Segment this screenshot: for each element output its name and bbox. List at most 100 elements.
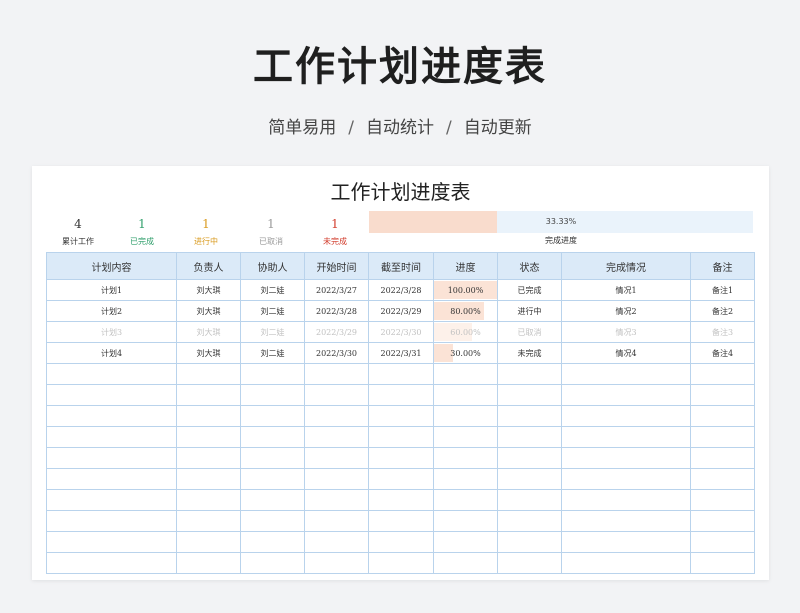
empty-cell[interactable] bbox=[176, 363, 241, 385]
empty-cell[interactable] bbox=[240, 363, 305, 385]
empty-cell[interactable] bbox=[176, 426, 241, 448]
empty-cell[interactable] bbox=[497, 447, 562, 469]
empty-cell[interactable] bbox=[497, 552, 562, 574]
empty-cell[interactable] bbox=[433, 363, 498, 385]
cell-result[interactable]: 情况2 bbox=[561, 300, 691, 322]
empty-cell[interactable] bbox=[690, 384, 755, 406]
empty-cell[interactable] bbox=[240, 531, 305, 553]
column-header[interactable]: 协助人 bbox=[240, 252, 305, 280]
column-header[interactable]: 备注 bbox=[690, 252, 755, 280]
cell-status[interactable]: 已完成 bbox=[497, 279, 562, 301]
empty-cell[interactable] bbox=[561, 510, 691, 532]
empty-cell[interactable] bbox=[304, 447, 369, 469]
empty-cell[interactable] bbox=[561, 531, 691, 553]
empty-cell[interactable] bbox=[561, 552, 691, 574]
cell-note[interactable]: 备注1 bbox=[690, 279, 755, 301]
empty-cell[interactable] bbox=[368, 363, 434, 385]
empty-cell[interactable] bbox=[368, 447, 434, 469]
empty-cell[interactable] bbox=[176, 489, 241, 511]
column-header[interactable]: 完成情况 bbox=[561, 252, 691, 280]
empty-cell[interactable] bbox=[561, 489, 691, 511]
empty-cell[interactable] bbox=[368, 384, 434, 406]
cell-assist[interactable]: 刘二娃 bbox=[240, 279, 305, 301]
empty-cell[interactable] bbox=[561, 447, 691, 469]
empty-cell[interactable] bbox=[497, 405, 562, 427]
empty-cell[interactable] bbox=[561, 405, 691, 427]
cell-progress[interactable]: 30.00% bbox=[433, 342, 498, 364]
empty-cell[interactable] bbox=[240, 447, 305, 469]
cell-start[interactable]: 2022/3/29 bbox=[304, 321, 369, 343]
empty-cell[interactable] bbox=[304, 510, 369, 532]
cell-start[interactable]: 2022/3/28 bbox=[304, 300, 369, 322]
cell-assist[interactable]: 刘二娃 bbox=[240, 321, 305, 343]
cell-end[interactable]: 2022/3/30 bbox=[368, 321, 434, 343]
empty-cell[interactable] bbox=[561, 384, 691, 406]
empty-cell[interactable] bbox=[368, 426, 434, 448]
empty-cell[interactable] bbox=[690, 405, 755, 427]
empty-cell[interactable] bbox=[497, 468, 562, 490]
empty-cell[interactable] bbox=[304, 552, 369, 574]
cell-end[interactable]: 2022/3/31 bbox=[368, 342, 434, 364]
cell-result[interactable]: 情况4 bbox=[561, 342, 691, 364]
empty-cell[interactable] bbox=[497, 426, 562, 448]
empty-cell[interactable] bbox=[240, 426, 305, 448]
cell-plan[interactable]: 计划4 bbox=[46, 342, 177, 364]
empty-cell[interactable] bbox=[433, 510, 498, 532]
column-header[interactable]: 进度 bbox=[433, 252, 498, 280]
empty-cell[interactable] bbox=[46, 468, 177, 490]
empty-cell[interactable] bbox=[304, 531, 369, 553]
empty-cell[interactable] bbox=[46, 489, 177, 511]
column-header[interactable]: 负责人 bbox=[176, 252, 241, 280]
empty-cell[interactable] bbox=[690, 489, 755, 511]
empty-cell[interactable] bbox=[497, 363, 562, 385]
empty-cell[interactable] bbox=[46, 531, 177, 553]
empty-cell[interactable] bbox=[46, 426, 177, 448]
empty-cell[interactable] bbox=[690, 510, 755, 532]
empty-cell[interactable] bbox=[433, 531, 498, 553]
empty-cell[interactable] bbox=[46, 447, 177, 469]
cell-owner[interactable]: 刘大琪 bbox=[176, 321, 241, 343]
empty-cell[interactable] bbox=[304, 468, 369, 490]
empty-cell[interactable] bbox=[304, 426, 369, 448]
cell-assist[interactable]: 刘二娃 bbox=[240, 300, 305, 322]
cell-progress[interactable]: 60.00% bbox=[433, 321, 498, 343]
empty-cell[interactable] bbox=[561, 363, 691, 385]
empty-cell[interactable] bbox=[176, 405, 241, 427]
empty-cell[interactable] bbox=[240, 489, 305, 511]
cell-status[interactable]: 未完成 bbox=[497, 342, 562, 364]
empty-cell[interactable] bbox=[176, 468, 241, 490]
cell-status[interactable]: 已取消 bbox=[497, 321, 562, 343]
cell-note[interactable]: 备注3 bbox=[690, 321, 755, 343]
empty-cell[interactable] bbox=[690, 363, 755, 385]
empty-cell[interactable] bbox=[304, 405, 369, 427]
empty-cell[interactable] bbox=[304, 363, 369, 385]
empty-cell[interactable] bbox=[690, 531, 755, 553]
empty-cell[interactable] bbox=[46, 552, 177, 574]
cell-assist[interactable]: 刘二娃 bbox=[240, 342, 305, 364]
empty-cell[interactable] bbox=[561, 426, 691, 448]
empty-cell[interactable] bbox=[433, 489, 498, 511]
empty-cell[interactable] bbox=[690, 552, 755, 574]
empty-cell[interactable] bbox=[368, 552, 434, 574]
cell-note[interactable]: 备注2 bbox=[690, 300, 755, 322]
empty-cell[interactable] bbox=[240, 384, 305, 406]
empty-cell[interactable] bbox=[368, 510, 434, 532]
cell-progress[interactable]: 100.00% bbox=[433, 279, 498, 301]
cell-result[interactable]: 情况1 bbox=[561, 279, 691, 301]
cell-owner[interactable]: 刘大琪 bbox=[176, 342, 241, 364]
empty-cell[interactable] bbox=[46, 363, 177, 385]
cell-result[interactable]: 情况3 bbox=[561, 321, 691, 343]
empty-cell[interactable] bbox=[240, 468, 305, 490]
empty-cell[interactable] bbox=[176, 552, 241, 574]
cell-plan[interactable]: 计划1 bbox=[46, 279, 177, 301]
cell-end[interactable]: 2022/3/29 bbox=[368, 300, 434, 322]
empty-cell[interactable] bbox=[433, 405, 498, 427]
cell-owner[interactable]: 刘大琪 bbox=[176, 279, 241, 301]
empty-cell[interactable] bbox=[433, 447, 498, 469]
cell-status[interactable]: 进行中 bbox=[497, 300, 562, 322]
empty-cell[interactable] bbox=[176, 531, 241, 553]
empty-cell[interactable] bbox=[497, 510, 562, 532]
empty-cell[interactable] bbox=[304, 384, 369, 406]
empty-cell[interactable] bbox=[368, 405, 434, 427]
empty-cell[interactable] bbox=[690, 426, 755, 448]
